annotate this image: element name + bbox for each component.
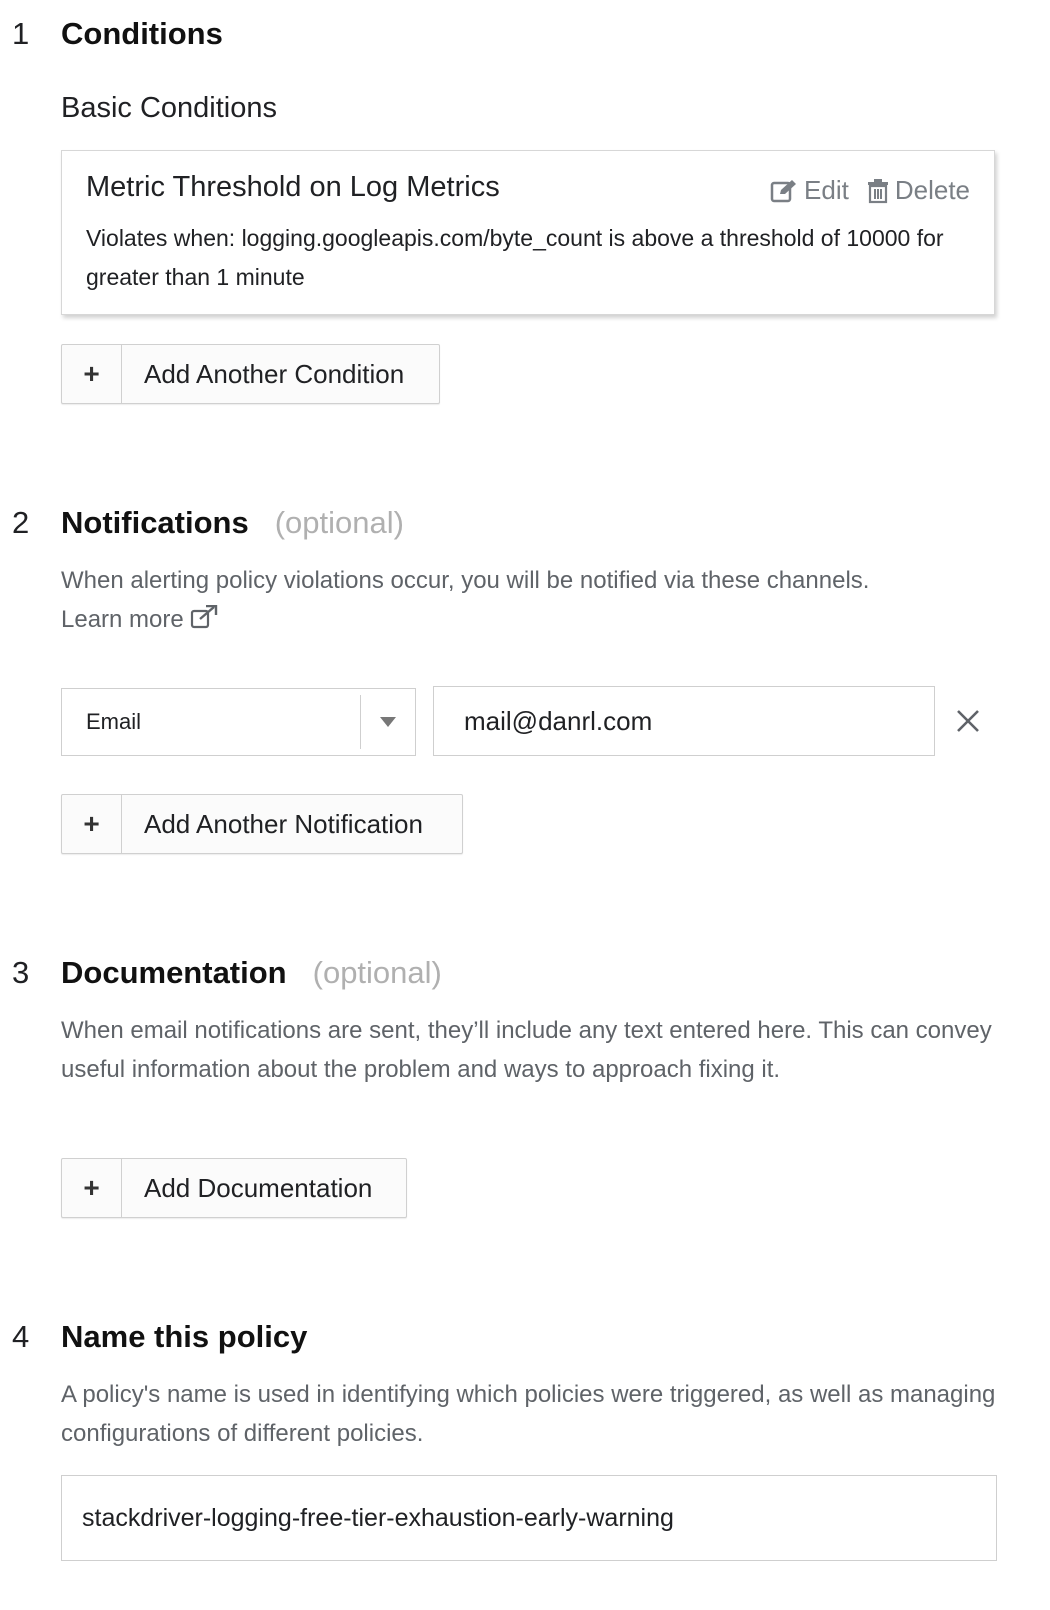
external-link-icon bbox=[190, 605, 217, 629]
add-another-condition-button[interactable]: + Add Another Condition bbox=[61, 344, 440, 404]
section-number: 4 bbox=[12, 1319, 30, 1354]
notifications-description-text: When alerting policy violations occur, y… bbox=[61, 567, 870, 594]
add-documentation-button[interactable]: + Add Documentation bbox=[61, 1158, 407, 1218]
optional-label: (optional) bbox=[274, 505, 404, 540]
edit-label: Edit bbox=[804, 175, 849, 205]
section-title-conditions: Conditions bbox=[61, 16, 223, 51]
plus-icon: + bbox=[62, 345, 122, 403]
delete-condition-button[interactable]: Delete bbox=[867, 175, 970, 206]
basic-conditions-heading: Basic Conditions bbox=[61, 92, 277, 124]
documentation-title: Documentation bbox=[61, 955, 287, 990]
add-condition-label: Add Another Condition bbox=[144, 358, 405, 389]
edit-condition-button[interactable]: Edit bbox=[770, 175, 849, 206]
plus-icon: + bbox=[62, 1159, 122, 1217]
section-title-documentation: Documentation (optional) bbox=[61, 955, 442, 991]
channel-type-value: Email bbox=[86, 709, 142, 734]
learn-more-label: Learn more bbox=[61, 606, 184, 633]
close-icon[interactable] bbox=[955, 708, 981, 734]
condition-card: Metric Threshold on Log Metrics Edit Del… bbox=[61, 150, 995, 315]
add-another-notification-button[interactable]: + Add Another Notification bbox=[61, 794, 463, 854]
section-number: 2 bbox=[12, 505, 30, 540]
learn-more-link[interactable]: Learn more bbox=[61, 605, 218, 633]
section-number: 3 bbox=[12, 955, 30, 990]
channel-type-select[interactable]: Email bbox=[61, 688, 416, 756]
add-notification-label: Add Another Notification bbox=[144, 808, 423, 839]
add-documentation-label: Add Documentation bbox=[144, 1172, 373, 1203]
notifications-description: When alerting policy violations occur, y… bbox=[61, 561, 1011, 639]
channel-value-input[interactable] bbox=[433, 686, 935, 756]
delete-label: Delete bbox=[894, 175, 970, 205]
edit-icon bbox=[770, 179, 797, 202]
optional-label: (optional) bbox=[312, 955, 442, 990]
name-policy-description: A policy's name is used in identifying w… bbox=[61, 1381, 996, 1447]
plus-icon: + bbox=[62, 795, 122, 853]
condition-description: Violates when: logging.googleapis.com/by… bbox=[86, 225, 944, 290]
documentation-description: When email notifications are sent, they’… bbox=[61, 1017, 992, 1083]
section-number: 1 bbox=[12, 16, 30, 51]
chevron-down-icon bbox=[361, 717, 415, 727]
section-title-notifications: Notifications (optional) bbox=[61, 505, 404, 541]
policy-name-input[interactable] bbox=[61, 1475, 997, 1561]
condition-actions: Edit Delete bbox=[770, 175, 970, 206]
section-title-name-policy: Name this policy bbox=[61, 1319, 308, 1354]
condition-title: Metric Threshold on Log Metrics bbox=[86, 171, 500, 203]
trash-icon bbox=[867, 178, 888, 203]
notifications-title: Notifications bbox=[61, 505, 249, 540]
